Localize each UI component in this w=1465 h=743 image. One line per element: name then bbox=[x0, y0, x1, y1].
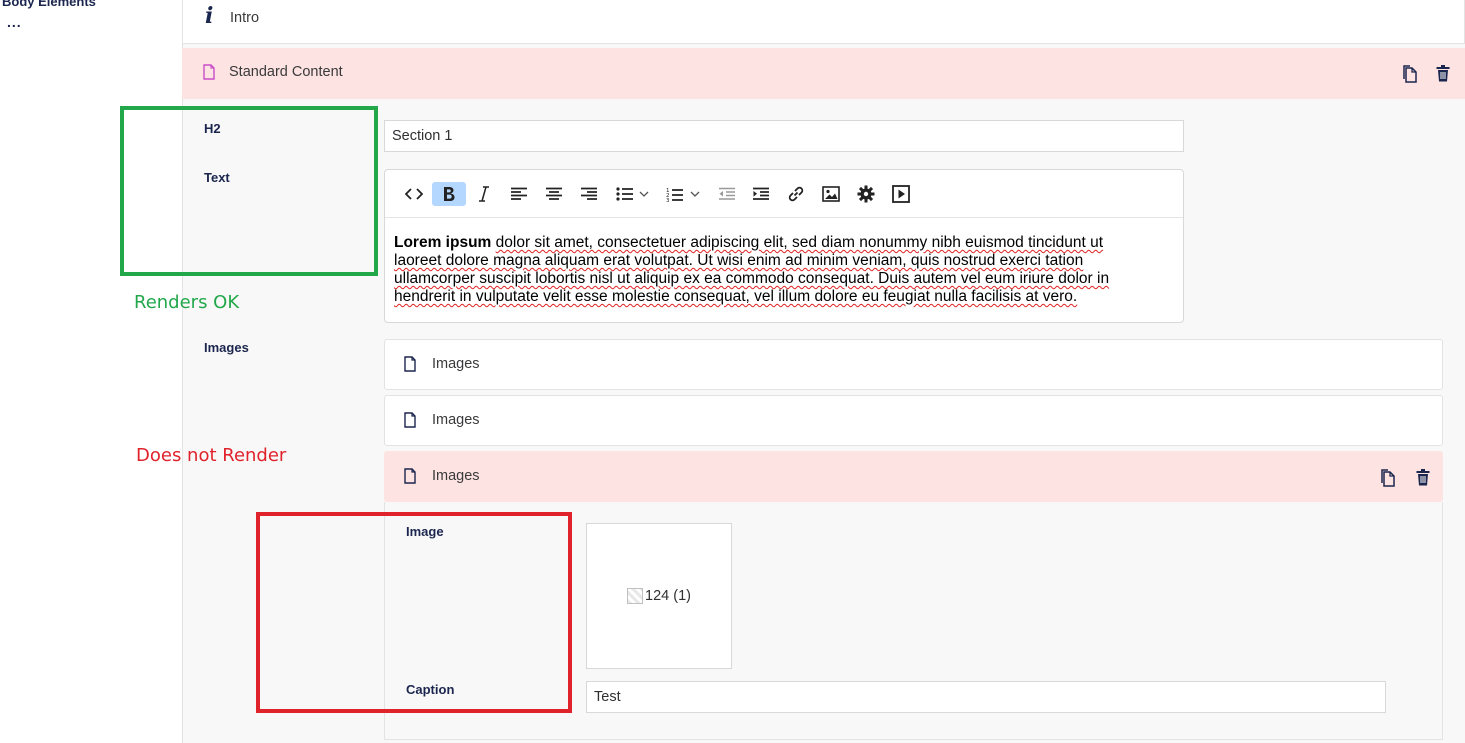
rte-line-3: ullamcorper suscipit lobortis nisl ut al… bbox=[394, 270, 1110, 287]
rte-bold-lead: Lorem ipsum bbox=[394, 234, 492, 251]
annotation-box-ok bbox=[120, 106, 378, 276]
svg-text:3: 3 bbox=[666, 198, 670, 202]
block-intro-label: Intro bbox=[230, 10, 260, 26]
images-item-1[interactable]: Images bbox=[384, 339, 1443, 390]
images-item-label: Images bbox=[432, 412, 480, 428]
images-item-label: Images bbox=[432, 356, 480, 372]
code-icon[interactable] bbox=[402, 182, 426, 206]
rich-text-editor[interactable]: 123 Lorem ipsum dolor sit amet, consecte… bbox=[384, 169, 1184, 323]
bold-icon[interactable] bbox=[432, 182, 466, 206]
rte-line-4: hendrerit in vulputate velit esse molest… bbox=[394, 288, 1078, 305]
block-standard-content[interactable]: Standard Content bbox=[182, 48, 1465, 99]
gear-icon[interactable] bbox=[854, 182, 878, 206]
rte-line-1: Lorem ipsum dolor sit amet, consectetuer… bbox=[394, 234, 1154, 252]
annotation-renders-ok: Renders OK bbox=[134, 292, 240, 313]
block-standard-content-label: Standard Content bbox=[229, 64, 343, 80]
images-item-label: Images bbox=[432, 468, 480, 484]
image-preview[interactable]: 124 (1) bbox=[586, 523, 732, 669]
document-icon bbox=[203, 64, 215, 80]
annotation-does-not-render: Does not Render bbox=[136, 445, 287, 466]
document-icon bbox=[404, 356, 416, 372]
delete-icon[interactable] bbox=[1416, 469, 1432, 487]
document-icon bbox=[404, 412, 416, 428]
more-options-button[interactable]: ... bbox=[7, 14, 22, 30]
annotation-box-fail bbox=[256, 512, 572, 713]
copy-icon[interactable] bbox=[1402, 65, 1418, 83]
broken-image: 124 (1) bbox=[627, 588, 691, 604]
delete-icon[interactable] bbox=[1436, 65, 1452, 83]
document-icon bbox=[404, 468, 416, 484]
image-alt-text: 124 (1) bbox=[645, 588, 691, 604]
italic-icon[interactable] bbox=[472, 182, 496, 206]
align-left-icon[interactable] bbox=[507, 182, 531, 206]
rte-line-2: laoreet dolore magna aliquam erat volutp… bbox=[394, 252, 1084, 269]
media-icon[interactable] bbox=[889, 182, 913, 206]
body-elements-label: Body Elements bbox=[2, 0, 96, 9]
broken-image-icon bbox=[627, 588, 644, 604]
align-right-icon[interactable] bbox=[577, 182, 601, 206]
rte-line-text: dolor sit amet, consectetuer adipiscing … bbox=[495, 234, 1104, 251]
align-center-icon[interactable] bbox=[542, 182, 566, 206]
rte-content[interactable]: Lorem ipsum dolor sit amet, consectetuer… bbox=[394, 234, 1154, 306]
rte-toolbar: 123 bbox=[385, 170, 1183, 218]
outdent-icon[interactable] bbox=[715, 182, 739, 206]
images-item-3[interactable]: Images bbox=[384, 451, 1443, 502]
bullet-list-icon[interactable] bbox=[613, 182, 637, 206]
chevron-down-icon[interactable] bbox=[637, 182, 651, 206]
indent-icon[interactable] bbox=[749, 182, 773, 206]
copy-icon[interactable] bbox=[1380, 469, 1396, 487]
images-label: Images bbox=[204, 340, 249, 355]
block-intro[interactable]: i Intro bbox=[182, 0, 1465, 44]
caption-input[interactable]: Test bbox=[586, 681, 1386, 713]
h2-input[interactable]: Section 1 bbox=[384, 120, 1184, 152]
chevron-down-icon[interactable] bbox=[688, 182, 702, 206]
image-icon[interactable] bbox=[819, 182, 843, 206]
link-icon[interactable] bbox=[784, 182, 808, 206]
numbered-list-icon[interactable]: 123 bbox=[663, 182, 687, 206]
info-icon: i bbox=[205, 3, 214, 29]
images-item-2[interactable]: Images bbox=[384, 395, 1443, 446]
